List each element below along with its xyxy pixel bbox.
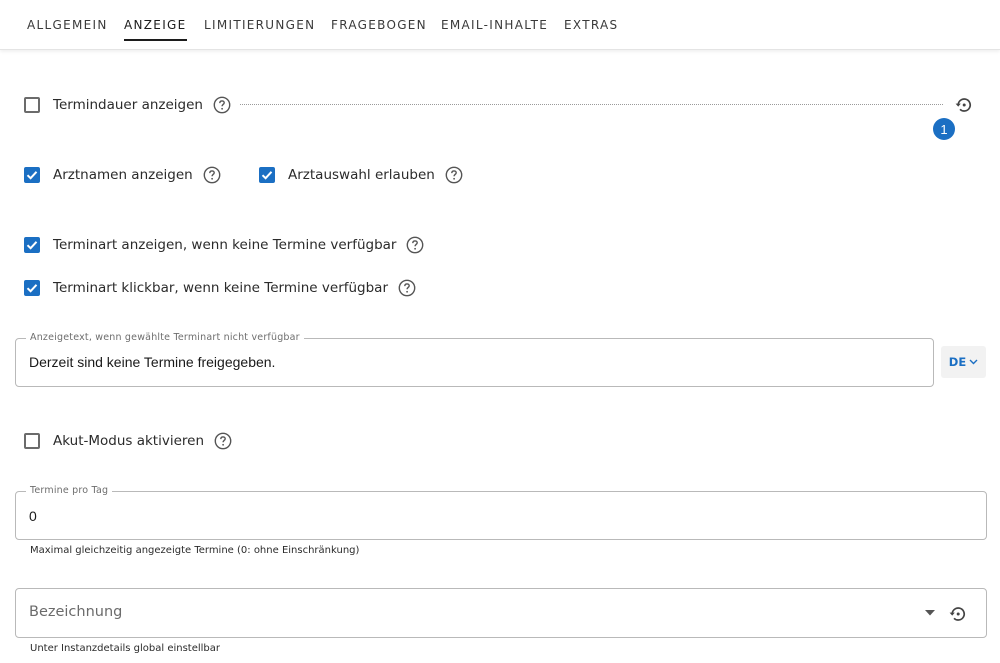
option-terminart-anzeigen: Terminart anzeigen, wenn keine Termine v… <box>24 234 424 256</box>
termine-pro-tag-hint: Maximal gleichzeitig angezeigte Termine … <box>30 545 360 556</box>
option-arztnamen: Arztnamen anzeigen <box>24 164 221 186</box>
language-select[interactable]: DE <box>941 346 986 378</box>
terminart-klickbar-label: Terminart klickbar, wenn keine Termine v… <box>53 280 389 296</box>
akut-modus-label: Akut-Modus aktivieren <box>53 433 205 449</box>
anzeigetext-value: Derzeit sind keine Termine freigegeben. <box>29 354 276 370</box>
help-icon[interactable] <box>406 236 424 254</box>
termine-pro-tag-field[interactable]: Termine pro Tag 0 <box>15 485 987 540</box>
tab-fragebogen[interactable]: FRAGEBOGEN <box>331 18 427 32</box>
terminart-klickbar-checkbox[interactable] <box>24 280 40 296</box>
reset-icon[interactable] <box>948 604 968 624</box>
dotted-divider <box>240 104 943 105</box>
notification-badge: 1 <box>933 118 955 140</box>
bezeichnung-hint: Unter Instanzdetails global einstellbar <box>30 643 221 654</box>
option-terminart-klickbar: Terminart klickbar, wenn keine Termine v… <box>24 277 416 299</box>
chevron-down-icon <box>969 359 978 365</box>
tab-extras[interactable]: EXTRAS <box>564 18 618 32</box>
termine-pro-tag-legend: Termine pro Tag <box>26 485 113 496</box>
tab-email-inhalte[interactable]: EMAIL-INHALTE <box>441 18 548 32</box>
anzeigetext-legend: Anzeigetext, wenn gewählte Terminart nic… <box>26 332 304 343</box>
bezeichnung-placeholder: Bezeichnung <box>29 604 123 620</box>
termindauer-label: Termindauer anzeigen <box>53 97 203 113</box>
language-label: DE <box>948 355 967 369</box>
arztnamen-checkbox[interactable] <box>24 167 40 183</box>
terminart-anzeigen-checkbox[interactable] <box>24 237 40 253</box>
arztnamen-label: Arztnamen anzeigen <box>53 167 193 183</box>
arztauswahl-checkbox[interactable] <box>259 167 275 183</box>
option-akut-modus: Akut-Modus aktivieren <box>24 430 232 452</box>
arztauswahl-label: Arztauswahl erlauben <box>288 167 435 183</box>
termindauer-checkbox[interactable] <box>24 97 40 113</box>
option-arztauswahl: Arztauswahl erlauben <box>259 164 463 186</box>
tab-allgemein[interactable]: ALLGEMEIN <box>27 18 108 32</box>
help-icon[interactable] <box>213 96 231 114</box>
termine-pro-tag-value: 0 <box>29 508 37 524</box>
terminart-anzeigen-label: Terminart anzeigen, wenn keine Termine v… <box>53 237 397 253</box>
tab-limitierungen[interactable]: LIMITIERUNGEN <box>204 18 315 32</box>
help-icon[interactable] <box>445 166 463 184</box>
reset-icon[interactable] <box>954 95 974 115</box>
option-termindauer: Termindauer anzeigen <box>24 94 231 116</box>
tab-bar: ALLGEMEIN ANZEIGE LIMITIERUNGEN FRAGEBOG… <box>0 0 1000 50</box>
tab-anzeige[interactable]: ANZEIGE <box>124 18 187 41</box>
akut-modus-checkbox[interactable] <box>24 433 40 449</box>
anzeigetext-field[interactable]: Anzeigetext, wenn gewählte Terminart nic… <box>15 332 934 387</box>
dropdown-arrow-icon[interactable] <box>925 610 935 616</box>
bezeichnung-select[interactable]: Bezeichnung <box>15 588 987 638</box>
help-icon[interactable] <box>214 432 232 450</box>
help-icon[interactable] <box>398 279 416 297</box>
help-icon[interactable] <box>203 166 221 184</box>
